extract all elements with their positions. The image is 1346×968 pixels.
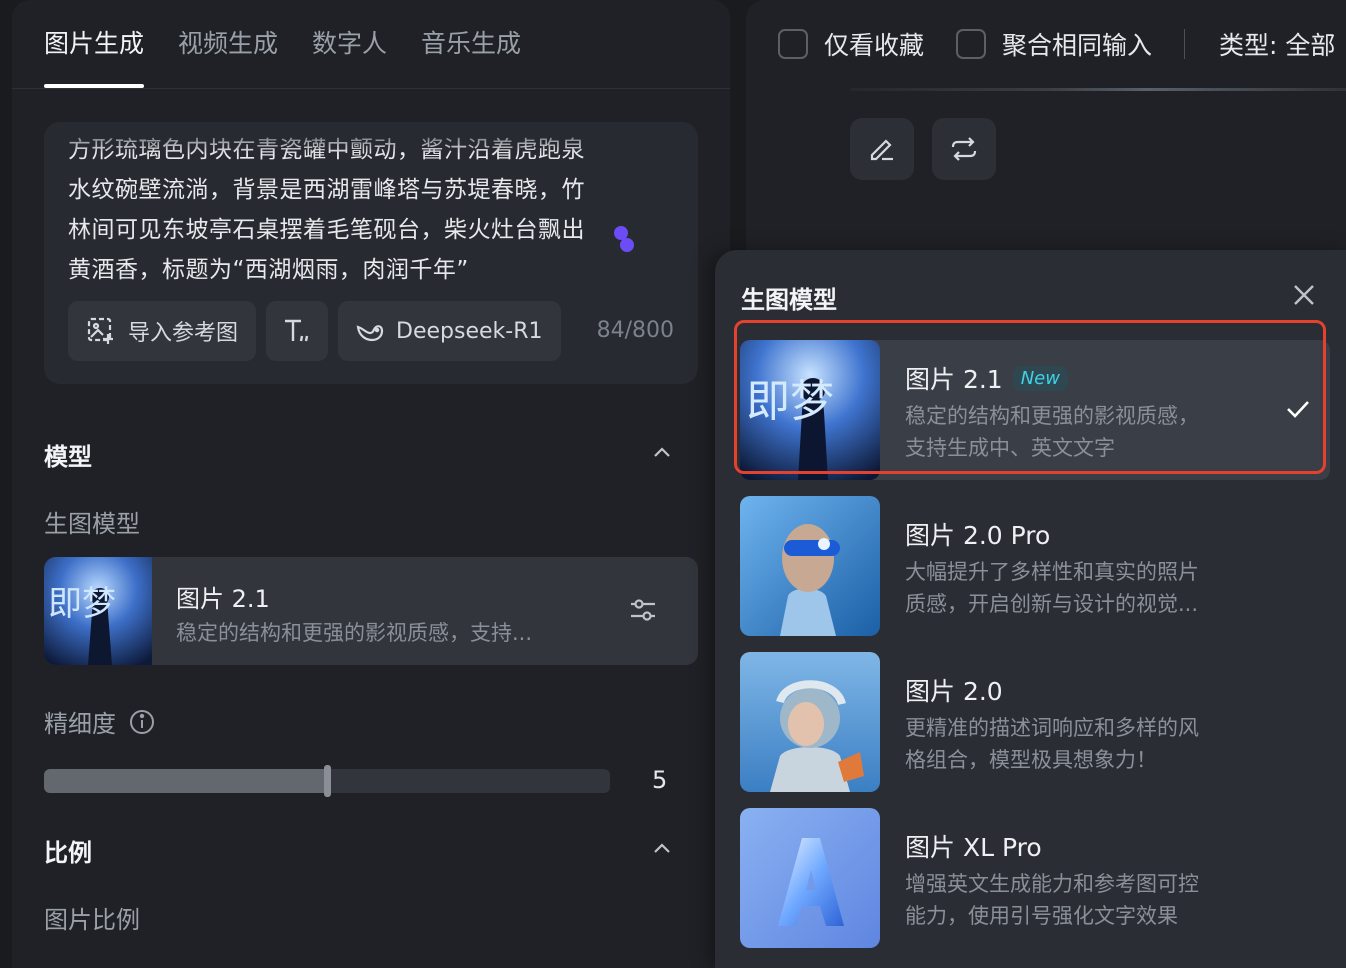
repeat-icon bbox=[951, 137, 977, 161]
import-reference-button[interactable]: 导入参考图 bbox=[68, 301, 257, 361]
prompt-scroll-fade bbox=[44, 122, 698, 154]
prompt-textarea[interactable]: 方形琉璃色内块在青瓷罐中颤动，酱汁沿着虎跑泉 水纹碗壁流淌，背景是西湖雷峰塔与苏… bbox=[68, 130, 654, 290]
edit-button[interactable] bbox=[850, 118, 914, 180]
image-model-label: 生图模型 bbox=[44, 510, 140, 538]
filter-bar: 仅看收藏 聚合相同输入 类型: 全部 bbox=[778, 0, 1335, 88]
tab-image-generation[interactable]: 图片生成 bbox=[44, 0, 145, 88]
whale-icon bbox=[356, 325, 384, 342]
chevron-up-icon[interactable] bbox=[652, 442, 672, 462]
text-cursor-handle-end[interactable] bbox=[620, 238, 634, 252]
model-thumbnail bbox=[740, 496, 880, 636]
deepseek-button[interactable]: Deepseek-R1 bbox=[338, 301, 561, 361]
model-selector[interactable]: 即梦 图片 2.1 稳定的结构和更强的影视质感，支持... bbox=[44, 557, 698, 665]
option-name-text: 图片 2.0 Pro bbox=[905, 521, 1051, 550]
option-name: 图片 2.0 Pro bbox=[905, 516, 1050, 552]
merge-checkbox[interactable] bbox=[956, 29, 987, 59]
model-option-image-xl-pro[interactable]: 图片 XL Pro 增强英文生成能力和参考图可控 能力，使用引号强化文字效果 bbox=[740, 808, 1330, 948]
close-icon[interactable] bbox=[1291, 282, 1317, 308]
info-icon[interactable] bbox=[128, 708, 156, 736]
prompt-toolbar: 导入参考图 Deepseek-R1 bbox=[68, 301, 561, 361]
sliders-settings-icon[interactable] bbox=[628, 595, 658, 625]
option-desc: 更精准的描述词响应和多样的风 格组合，模型极具想象力！ bbox=[905, 716, 1199, 772]
model-option-image-2-0-pro[interactable]: 图片 2.0 Pro 大幅提升了多样性和真实的照片 质感，开启创新与设计的视觉.… bbox=[740, 496, 1330, 636]
selected-model-desc: 稳定的结构和更强的影视质感，支持... bbox=[176, 621, 533, 645]
tab-digital-human[interactable]: 数字人 bbox=[312, 0, 387, 88]
filter-divider bbox=[1184, 29, 1186, 59]
option-name-text: 图片 2.0 bbox=[905, 677, 1003, 706]
detail-slider-handle[interactable] bbox=[324, 765, 331, 797]
regenerate-button[interactable] bbox=[932, 118, 996, 180]
selected-model-name: 图片 2.1 bbox=[176, 585, 270, 613]
favorites-checkbox[interactable] bbox=[778, 29, 808, 59]
type-filter-dropdown[interactable]: 类型: 全部 bbox=[1219, 26, 1335, 62]
tab-bar: 图片生成 视频生成 数字人 音乐生成 bbox=[44, 0, 521, 88]
model-section-title: 模型 bbox=[44, 443, 92, 471]
image-add-icon bbox=[87, 317, 113, 344]
detail-value: 5 bbox=[652, 766, 668, 794]
import-reference-label: 导入参考图 bbox=[128, 321, 239, 346]
text-quote-icon bbox=[285, 319, 309, 342]
option-name: 图片 2.0 bbox=[905, 672, 1003, 708]
popup-title: 生图模型 bbox=[741, 286, 837, 314]
model-thumbnail bbox=[740, 808, 880, 948]
prompt-card: 方形琉璃色内块在青瓷罐中颤动，酱汁沿着虎跑泉 水纹碗壁流淌，背景是西湖雷峰塔与苏… bbox=[44, 122, 698, 384]
gallery-top-edge bbox=[850, 88, 1346, 91]
detail-label: 精细度 bbox=[44, 704, 156, 739]
text-style-button[interactable] bbox=[266, 301, 329, 361]
option-desc: 大幅提升了多样性和真实的照片 质感，开启创新与设计的视觉... bbox=[905, 560, 1199, 616]
merge-label: 聚合相同输入 bbox=[1002, 31, 1153, 60]
model-thumbnail: 即梦 bbox=[44, 557, 152, 665]
image-ratio-label: 图片比例 bbox=[44, 906, 140, 934]
tab-music-generation[interactable]: 音乐生成 bbox=[421, 0, 521, 88]
thumb-logo-text: 即梦 bbox=[48, 584, 116, 624]
tab-video-generation[interactable]: 视频生成 bbox=[178, 0, 278, 88]
tabs-divider bbox=[12, 88, 730, 89]
favorites-filter[interactable]: 仅看收藏 bbox=[778, 26, 924, 62]
model-option-image-2-0[interactable]: 图片 2.0 更精准的描述词响应和多样的风 格组合，模型极具想象力！ bbox=[740, 652, 1330, 792]
detail-slider-fill bbox=[44, 769, 327, 793]
model-thumbnail bbox=[740, 652, 880, 792]
option-name-text: 图片 XL Pro bbox=[905, 833, 1042, 862]
option-name: 图片 XL Pro bbox=[905, 828, 1042, 864]
detail-label-text: 精细度 bbox=[44, 710, 116, 738]
option-desc: 增强英文生成能力和参考图可控 能力，使用引号强化文字效果 bbox=[905, 872, 1199, 928]
detail-slider[interactable] bbox=[44, 765, 610, 797]
char-counter: 84/800 bbox=[596, 318, 674, 343]
favorites-label: 仅看收藏 bbox=[824, 31, 925, 60]
selection-highlight bbox=[734, 320, 1326, 474]
merge-filter[interactable]: 聚合相同输入 bbox=[956, 26, 1152, 62]
pencil-icon bbox=[870, 139, 893, 161]
chevron-up-icon[interactable] bbox=[652, 838, 672, 858]
generation-panel: 图片生成 视频生成 数字人 音乐生成 方形琉璃色内块在青瓷罐中颤动，酱汁沿着虎跑… bbox=[12, 0, 730, 968]
ratio-section-title: 比例 bbox=[44, 839, 92, 867]
deepseek-label: Deepseek-R1 bbox=[396, 318, 543, 344]
